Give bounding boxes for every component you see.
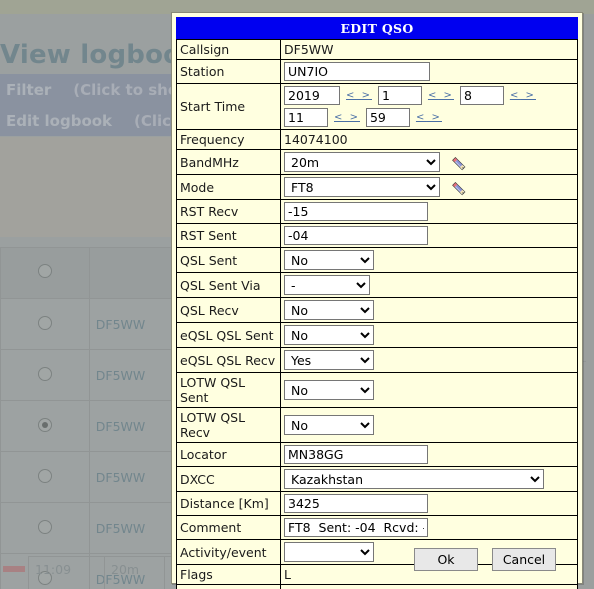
row-band: BandMHz 20m40m80m15m10m bbox=[176, 149, 578, 175]
rst-recv-input[interactable] bbox=[284, 202, 428, 221]
station-input[interactable] bbox=[284, 62, 430, 81]
label-rst-recv: RST Recv bbox=[176, 199, 281, 224]
row-lotw-sent: LOTW QSL Sent NoYes bbox=[176, 372, 578, 408]
day-input[interactable] bbox=[459, 86, 504, 105]
row-qsl-recv: QSL Recv NoYes bbox=[176, 297, 578, 323]
label-callsign: Callsign bbox=[176, 39, 281, 60]
day-prev[interactable]: < bbox=[510, 90, 520, 101]
month-next[interactable]: > bbox=[444, 90, 454, 101]
minute-next[interactable]: > bbox=[432, 112, 442, 123]
pencil-icon[interactable] bbox=[450, 155, 467, 172]
label-lotw-recv: LOTW QSL Recv bbox=[176, 407, 281, 443]
lotw-recv-select[interactable]: NoYes bbox=[284, 415, 374, 435]
year-next[interactable]: > bbox=[362, 90, 372, 101]
year-spinner[interactable]: < > bbox=[346, 90, 372, 101]
dialog-button-bar: Ok Cancel bbox=[176, 548, 578, 571]
locator-input[interactable] bbox=[284, 445, 428, 464]
year-input[interactable] bbox=[284, 86, 340, 105]
row-lotw-recv: LOTW QSL Recv NoYes bbox=[176, 407, 578, 443]
label-blank bbox=[176, 584, 281, 589]
label-qsl-recv: QSL Recv bbox=[176, 297, 281, 323]
value-blank bbox=[280, 584, 578, 589]
year-prev[interactable]: < bbox=[346, 90, 356, 101]
qsl-recv-select[interactable]: NoYes bbox=[284, 300, 374, 320]
row-eqsl-sent: eQSL QSL Sent NoYes bbox=[176, 322, 578, 348]
pencil-icon[interactable] bbox=[450, 180, 467, 197]
row-comment: Comment bbox=[176, 515, 578, 540]
rst-sent-input[interactable] bbox=[284, 226, 428, 245]
value-callsign: DF5WW bbox=[280, 39, 578, 60]
row-station: Station bbox=[176, 59, 578, 84]
label-qsl-sent-via: QSL Sent Via bbox=[176, 272, 281, 298]
label-eqsl-recv: eQSL QSL Recv bbox=[176, 347, 281, 373]
label-qsl-sent: QSL Sent bbox=[176, 247, 281, 273]
qsl-sent-select[interactable]: NoYes bbox=[284, 250, 374, 270]
row-start-time: Start Time < > < > < > < > < > bbox=[176, 83, 578, 130]
row-qsl-sent-via: QSL Sent Via -BureauDirect bbox=[176, 272, 578, 298]
month-spinner[interactable]: < > bbox=[428, 90, 454, 101]
band-select[interactable]: 20m40m80m15m10m bbox=[284, 152, 440, 172]
label-lotw-sent: LOTW QSL Sent bbox=[176, 372, 281, 408]
label-eqsl-sent: eQSL QSL Sent bbox=[176, 322, 281, 348]
hour-prev[interactable]: < bbox=[334, 112, 344, 123]
mode-select[interactable]: FT8FT4SSBCWPSK31 bbox=[284, 177, 440, 197]
minute-spinner[interactable]: < > bbox=[416, 112, 442, 123]
day-spinner[interactable]: < > bbox=[510, 90, 536, 101]
start-time-clock-row: < > < > bbox=[284, 108, 574, 127]
comment-input[interactable] bbox=[284, 518, 428, 537]
minute-input[interactable] bbox=[365, 108, 410, 127]
row-rst-sent: RST Sent bbox=[176, 223, 578, 248]
value-frequency: 14074100 bbox=[280, 129, 578, 150]
label-station: Station bbox=[176, 59, 281, 84]
row-eqsl-recv: eQSL QSL Recv NoYes bbox=[176, 347, 578, 373]
ok-button[interactable]: Ok bbox=[414, 548, 478, 571]
row-distance: Distance [Km] bbox=[176, 491, 578, 516]
label-band: BandMHz bbox=[176, 149, 281, 175]
row-dxcc: DXCC KazakhstanGermanyRussia bbox=[176, 466, 578, 492]
start-time-date-row: < > < > < > bbox=[284, 86, 574, 105]
day-next[interactable]: > bbox=[526, 90, 536, 101]
eqsl-sent-select[interactable]: NoYes bbox=[284, 325, 374, 345]
dialog-title: EDIT QSO bbox=[176, 17, 578, 39]
row-frequency: Frequency 14074100 bbox=[176, 129, 578, 150]
label-frequency: Frequency bbox=[176, 129, 281, 150]
lotw-sent-select[interactable]: NoYes bbox=[284, 380, 374, 400]
row-mode: Mode FT8FT4SSBCWPSK31 bbox=[176, 174, 578, 200]
hour-spinner[interactable]: < > bbox=[334, 112, 360, 123]
row-qsl-sent: QSL Sent NoYes bbox=[176, 247, 578, 273]
label-rst-sent: RST Sent bbox=[176, 223, 281, 248]
edit-qso-form: Callsign DF5WW Station Start Time < > < … bbox=[176, 39, 578, 589]
row-rst-recv: RST Recv bbox=[176, 199, 578, 224]
label-locator: Locator bbox=[176, 442, 281, 467]
distance-input[interactable] bbox=[284, 494, 428, 513]
month-input[interactable] bbox=[377, 86, 422, 105]
label-comment: Comment bbox=[176, 515, 281, 540]
row-locator: Locator bbox=[176, 442, 578, 467]
label-dxcc: DXCC bbox=[176, 466, 281, 492]
label-start-time: Start Time bbox=[176, 83, 281, 130]
month-prev[interactable]: < bbox=[428, 90, 438, 101]
dxcc-select[interactable]: KazakhstanGermanyRussia bbox=[284, 469, 544, 489]
eqsl-recv-select[interactable]: NoYes bbox=[284, 350, 374, 370]
hour-input[interactable] bbox=[284, 108, 328, 127]
cancel-button[interactable]: Cancel bbox=[492, 548, 556, 571]
label-distance: Distance [Km] bbox=[176, 491, 281, 516]
row-blank bbox=[176, 584, 578, 589]
hour-next[interactable]: > bbox=[350, 112, 360, 123]
qsl-sent-via-select[interactable]: -BureauDirect bbox=[284, 275, 370, 295]
label-mode: Mode bbox=[176, 174, 281, 200]
row-callsign: Callsign DF5WW bbox=[176, 39, 578, 60]
minute-prev[interactable]: < bbox=[416, 112, 426, 123]
edit-qso-dialog: EDIT QSO Callsign DF5WW Station Start Ti… bbox=[171, 12, 583, 589]
